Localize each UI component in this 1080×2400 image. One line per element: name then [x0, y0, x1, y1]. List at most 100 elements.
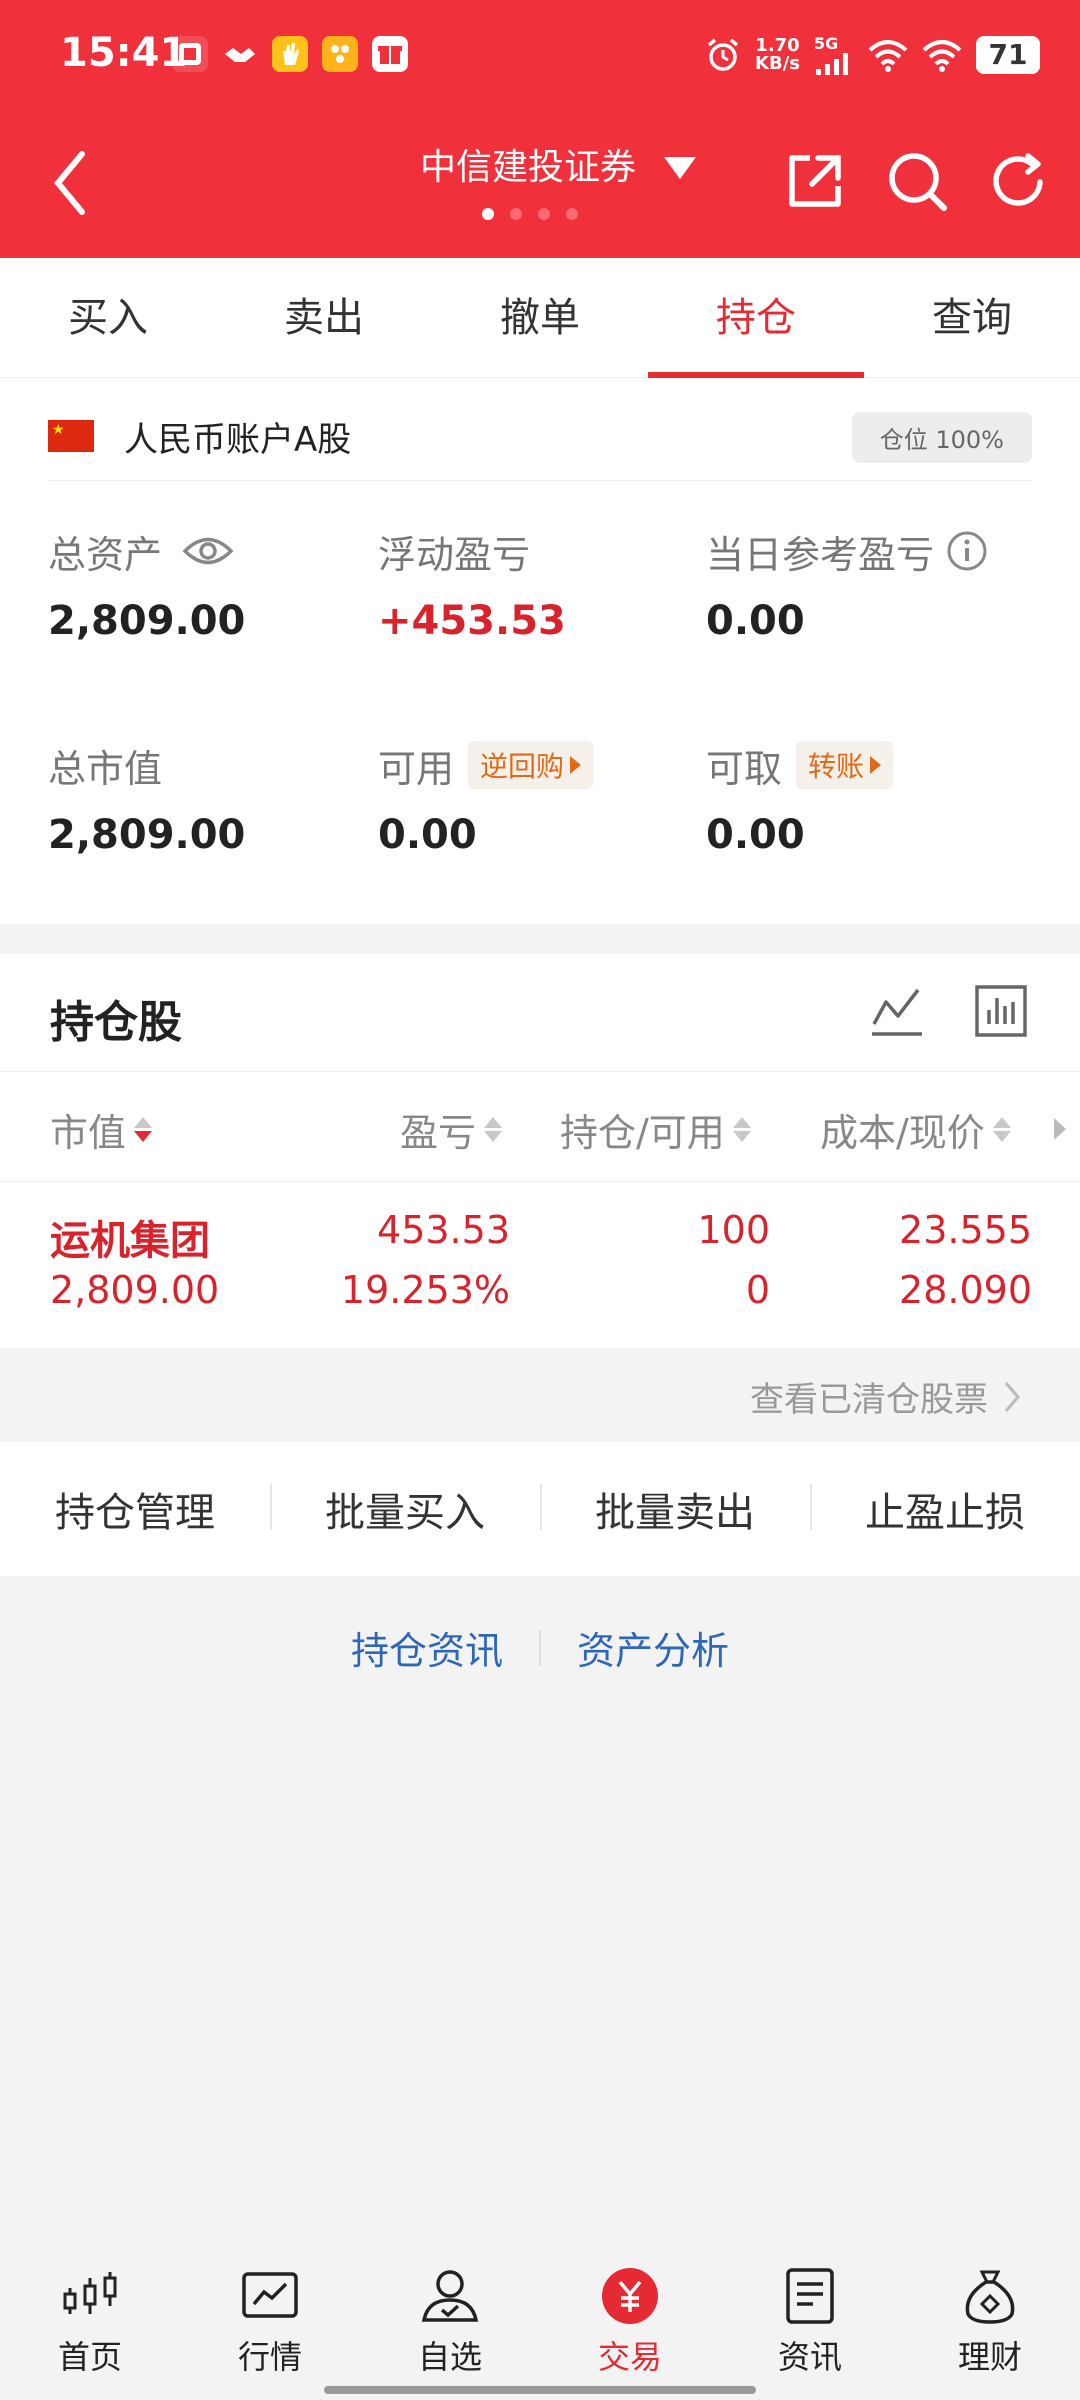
- metric-daily-pl: 当日参考盈亏 0.00: [706, 526, 1036, 644]
- caret-down-icon: [664, 157, 697, 179]
- stop-profit-loss-button[interactable]: 止盈止损: [810, 1480, 1080, 1538]
- chevron-left-icon: [54, 151, 85, 215]
- holdings-section: 持仓股 市值 盈亏 持仓/可用 成本/现价 运机集团 2,809.00 453.…: [0, 954, 1080, 1348]
- tab-buy[interactable]: 买入: [0, 258, 216, 377]
- divider: [48, 480, 1032, 481]
- china-flag-icon: [48, 420, 94, 452]
- money-bag-icon: [965, 2270, 1015, 2324]
- status-bar: 15:41 1.70 KB/s 5G 71: [0, 0, 1080, 110]
- wifi-icon-2: [922, 39, 962, 72]
- account-row[interactable]: 人民币账户A股 仓位 100%: [48, 412, 1032, 463]
- notification-icons: [172, 36, 408, 72]
- bar-chart-button[interactable]: [974, 984, 1028, 1042]
- status-right: 1.70 KB/s 5G 71: [705, 34, 1040, 75]
- search-icon: [889, 153, 947, 211]
- nav-home[interactable]: 首页: [0, 2250, 180, 2400]
- table-row[interactable]: 运机集团 2,809.00 453.53 19.253% 100 0 23.55…: [0, 1182, 1080, 1348]
- alarm-icon: [707, 38, 739, 71]
- nav-market[interactable]: 行情: [180, 2250, 360, 2400]
- cleared-stocks-link[interactable]: 查看已清仓股票: [750, 1372, 1022, 1421]
- holding-news-link[interactable]: 持仓资讯: [315, 1620, 539, 1675]
- candlestick-icon: [63, 2272, 117, 2314]
- broker-selector[interactable]: 中信建投证券: [420, 138, 697, 190]
- handshake-icon: [222, 36, 258, 72]
- nav-news[interactable]: 资讯: [720, 2250, 900, 2400]
- nav-wealth[interactable]: 理财: [900, 2250, 1080, 2400]
- search-button[interactable]: [886, 150, 948, 216]
- info-icon[interactable]: [946, 530, 988, 572]
- holdings-header: 持仓股: [0, 954, 1080, 1072]
- total-assets-value: 2,809.00: [48, 598, 246, 644]
- withdrawable-value: 0.00: [706, 812, 805, 858]
- tab-cancel[interactable]: 撤单: [432, 258, 648, 377]
- scroll-right-icon[interactable]: [1054, 1118, 1066, 1140]
- nav-actions: [784, 150, 1050, 216]
- signal-icon: [816, 53, 848, 75]
- back-button[interactable]: [50, 148, 90, 222]
- batch-buy-button[interactable]: 批量买入: [270, 1480, 540, 1538]
- column-cost-price[interactable]: 成本/现价: [820, 1102, 1011, 1157]
- market-value-value: 2,809.00: [48, 812, 246, 858]
- column-market-value[interactable]: 市值: [50, 1102, 153, 1157]
- refresh-button[interactable]: [988, 150, 1050, 216]
- app-notification-icon: [172, 36, 208, 72]
- battery-indicator: 71: [976, 35, 1040, 74]
- total-assets-label: 总资产: [48, 532, 163, 577]
- bottom-nav: 首页 行情 自选 交易 资讯 理财: [0, 2250, 1080, 2400]
- page-dot: [538, 208, 550, 220]
- position-badge: 仓位 100%: [851, 412, 1032, 463]
- daily-pl-label: 当日参考盈亏: [706, 532, 935, 577]
- gift-icon: [372, 36, 408, 72]
- app-header: 15:41 1.70 KB/s 5G 71 中信建投证券: [0, 0, 1080, 258]
- nav-watchlist[interactable]: 自选: [360, 2250, 540, 2400]
- refresh-icon: [993, 153, 1043, 206]
- stock-market-value: 2,809.00: [50, 1268, 220, 1312]
- chart-icon: [242, 2272, 298, 2318]
- manage-positions-button[interactable]: 持仓管理: [0, 1480, 270, 1538]
- user-check-icon: [421, 2270, 479, 2322]
- page-dots: [482, 208, 578, 220]
- available-value: 0.00: [378, 812, 477, 858]
- trade-tabs: 买入 卖出 撤单 持仓 查询: [0, 258, 1080, 378]
- tab-positions[interactable]: 持仓: [648, 258, 864, 378]
- asset-analysis-link[interactable]: 资产分析: [541, 1620, 765, 1675]
- document-icon: [786, 2268, 834, 2324]
- chevron-right-icon: [1004, 1381, 1020, 1412]
- tab-query[interactable]: 查询: [864, 258, 1080, 377]
- eye-icon[interactable]: [182, 534, 234, 568]
- status-time: 15:41: [60, 30, 188, 76]
- column-pl[interactable]: 盈亏: [400, 1102, 503, 1157]
- sort-icon: [992, 1117, 1011, 1142]
- account-name: 人民币账户A股: [124, 419, 352, 460]
- line-chart-button[interactable]: [870, 984, 924, 1042]
- holding-actions: 持仓管理 批量买入 批量卖出 止盈止损: [0, 1442, 1080, 1576]
- triangle-right-icon: [570, 756, 582, 774]
- floating-pl-value: +453.53: [378, 598, 566, 644]
- market-value-label: 总市值: [48, 746, 163, 791]
- home-indicator[interactable]: [324, 2386, 756, 2394]
- transfer-button[interactable]: 转账: [796, 741, 894, 789]
- available-label: 可用: [378, 746, 455, 791]
- bar-chart-icon: [975, 985, 1027, 1037]
- metric-available: 可用 逆回购 0.00: [378, 740, 708, 858]
- share-button[interactable]: [784, 150, 846, 216]
- batch-sell-button[interactable]: 批量卖出: [540, 1480, 810, 1538]
- holdings-columns: 市值 盈亏 持仓/可用 成本/现价: [0, 1072, 1080, 1182]
- network-speed: 1.70 KB/s: [755, 34, 800, 74]
- app-grid-icon: [322, 36, 358, 72]
- column-position[interactable]: 持仓/可用: [560, 1102, 751, 1157]
- withdrawable-label: 可取: [706, 746, 783, 791]
- broker-title: 中信建投证券: [420, 147, 637, 188]
- sort-icon: [484, 1117, 503, 1142]
- daily-pl-value: 0.00: [706, 598, 805, 644]
- reverse-repo-button[interactable]: 逆回购: [468, 741, 594, 789]
- nav-trade[interactable]: 交易: [540, 2250, 720, 2400]
- holdings-title: 持仓股: [50, 997, 182, 1048]
- metric-floating-pl: 浮动盈亏 +453.53: [378, 526, 708, 645]
- line-chart-icon: [872, 988, 922, 1036]
- metric-withdrawable: 可取 转账 0.00: [706, 740, 1036, 858]
- floating-pl-label: 浮动盈亏: [378, 532, 531, 577]
- tab-sell[interactable]: 卖出: [216, 258, 432, 377]
- stock-available: 0: [745, 1268, 770, 1312]
- share-icon: [789, 155, 841, 207]
